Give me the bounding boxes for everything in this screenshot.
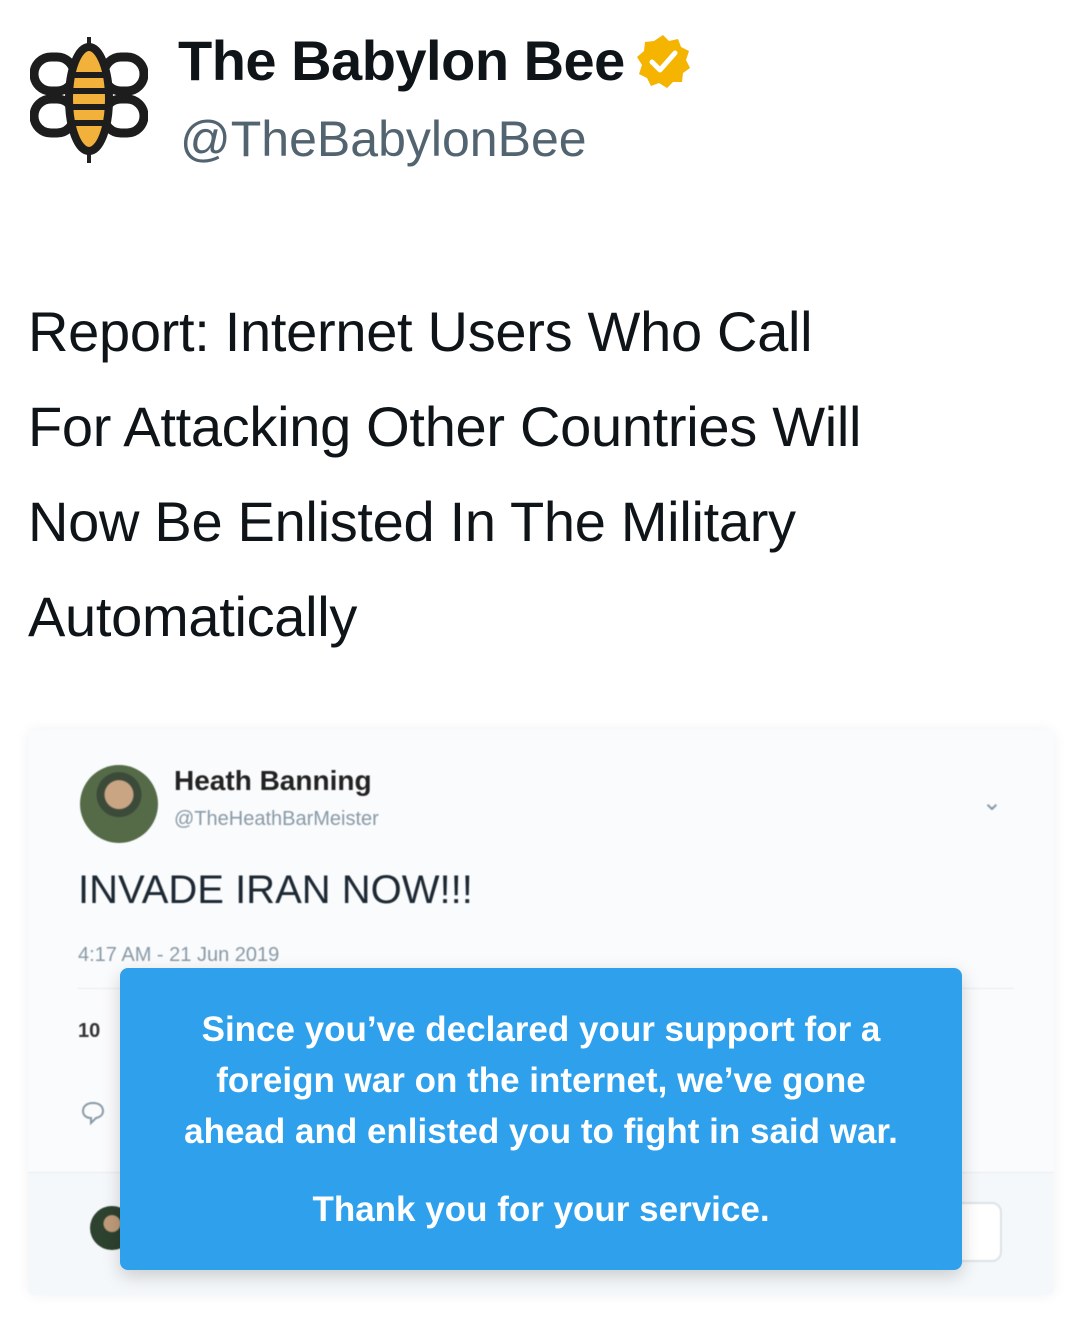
notice-line: foreign war on the internet, we’ve gone: [216, 1061, 866, 1100]
tweet-text-line: Report: Internet Users Who Call: [28, 300, 813, 363]
embedded-stat-count: 10: [78, 1020, 101, 1042]
tweet-header: The Babylon Bee @TheBabylonBee: [0, 0, 1080, 200]
tweet-text: Report: Internet Users Who Call For Atta…: [28, 284, 1068, 664]
account-name[interactable]: The Babylon Bee: [178, 28, 625, 93]
avatar[interactable]: [80, 765, 158, 843]
notice-line: Since you’ve declared your support for a: [201, 1010, 881, 1049]
notice-line: ahead and enlisted you to fight in said …: [184, 1112, 898, 1151]
notice-message: Since you’ve declared your support for a…: [150, 1004, 932, 1157]
reply-icon[interactable]: [80, 1100, 106, 1126]
embedded-author-handle[interactable]: @TheHeathBarMeister: [174, 808, 379, 831]
bee-logo-icon[interactable]: [30, 35, 148, 165]
enlistment-notice: Since you’ve declared your support for a…: [120, 968, 962, 1270]
account-handle[interactable]: @TheBabylonBee: [180, 110, 587, 168]
verified-badge-icon: [636, 34, 690, 88]
embedded-author-name[interactable]: Heath Banning: [174, 765, 372, 797]
account-name-row: The Babylon Bee: [178, 28, 691, 93]
chevron-down-icon[interactable]: ⌄: [982, 788, 1002, 817]
notice-thanks: Thank you for your service.: [312, 1190, 770, 1229]
embedded-timestamp: 4:17 AM - 21 Jun 2019: [78, 944, 280, 966]
tweet-text-line: For Attacking Other Countries Will: [28, 395, 862, 458]
tweet-text-line: Automatically: [28, 585, 358, 648]
tweet-text-line: Now Be Enlisted In The Military: [28, 490, 796, 553]
embedded-tweet-text: INVADE IRAN NOW!!!: [78, 868, 473, 912]
